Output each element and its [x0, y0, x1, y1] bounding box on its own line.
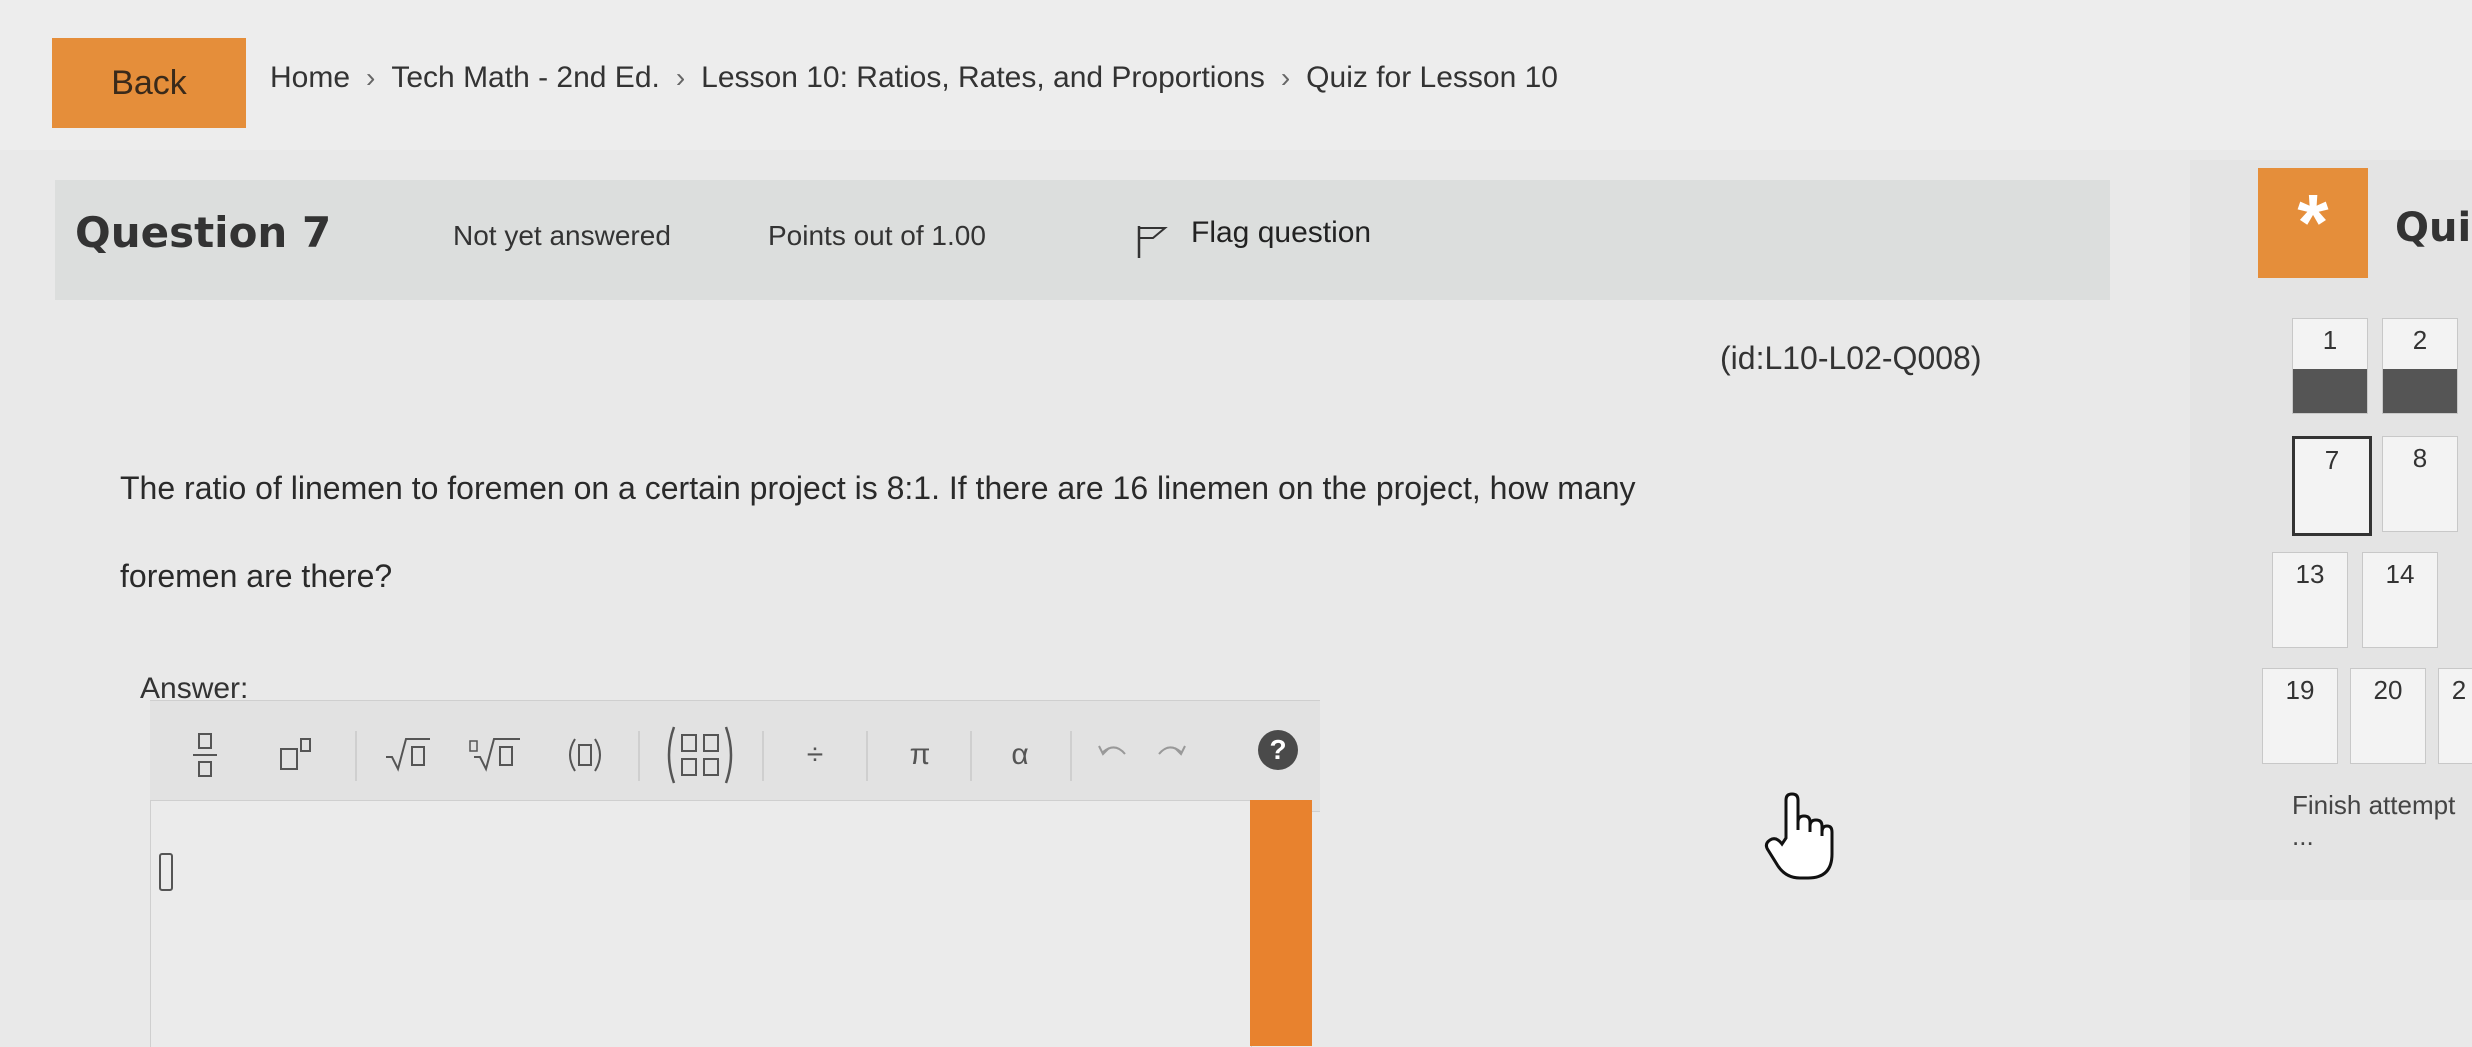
toolbar-separator	[1070, 731, 1072, 781]
breadcrumb-quiz[interactable]: Quiz for Lesson 10	[1306, 61, 1558, 95]
breadcrumb-home[interactable]: Home	[270, 61, 350, 95]
chevron-right-icon: ›	[675, 62, 686, 93]
parentheses-button[interactable]	[550, 725, 620, 785]
quiz-nav-question-20[interactable]: 20	[2350, 668, 2426, 764]
question-text-line2: foremen are there?	[120, 558, 393, 594]
redo-button[interactable]	[1145, 725, 1199, 785]
quiz-nav-question-1[interactable]: 1	[2292, 318, 2368, 414]
exponent-icon	[280, 738, 311, 770]
flag-icon	[1137, 226, 1168, 258]
question-number: 14	[2385, 559, 2415, 589]
breadcrumb-course[interactable]: Tech Math - 2nd Ed.	[391, 61, 659, 95]
question-number: 2	[2451, 675, 2467, 705]
toolbar-separator	[970, 731, 972, 781]
redo-icon	[1158, 745, 1186, 756]
math-toolbar: ÷ π α	[150, 700, 1320, 812]
asterisk-icon: *	[2258, 168, 2368, 278]
square-root-icon	[386, 738, 430, 772]
breadcrumb-lesson[interactable]: Lesson 10: Ratios, Rates, and Proportion…	[701, 61, 1265, 95]
question-points: Points out of 1.00	[768, 220, 986, 251]
question-id: (id:L10-L02-Q008)	[1720, 340, 1982, 376]
pi-button[interactable]: π	[885, 725, 955, 785]
toolbar-separator	[762, 731, 764, 781]
quiz-nav-question-2[interactable]: 2	[2382, 318, 2458, 414]
nth-root-icon	[469, 738, 520, 772]
quiz-nav-question-8[interactable]: 8	[2382, 436, 2458, 532]
quiz-nav-question-13[interactable]: 13	[2272, 552, 2348, 648]
question-number: 7	[2324, 445, 2340, 475]
matrix-button[interactable]	[655, 725, 745, 785]
question-number: 8	[2412, 443, 2428, 473]
answered-indicator	[2293, 369, 2367, 413]
quiz-nav-question-19[interactable]: 19	[2262, 668, 2338, 764]
flag-question-label: Flag question	[1191, 216, 1372, 249]
nth-root-button[interactable]	[460, 725, 530, 785]
question-status: Not yet answered	[453, 220, 671, 251]
hand-pointer-icon	[1764, 792, 1834, 880]
question-number: 13	[2295, 559, 2325, 589]
square-root-button[interactable]	[372, 725, 442, 785]
pi-icon: π	[909, 738, 931, 771]
question-number: 1	[2322, 325, 2338, 355]
flag-question-button[interactable]: Flag question	[1135, 216, 1371, 260]
fraction-icon	[193, 733, 217, 777]
toolbar-separator	[638, 731, 640, 781]
question-number: 19	[2285, 675, 2315, 705]
divide-button[interactable]: ÷	[780, 725, 850, 785]
chevron-right-icon: ›	[1280, 62, 1291, 93]
question-info-header: Question 7 Not yet answered Points out o…	[55, 180, 2110, 300]
quiz-navigation-title: Qui	[2395, 205, 2472, 251]
breadcrumb: Home › Tech Math - 2nd Ed. › Lesson 10: …	[270, 58, 1558, 98]
answered-indicator	[2383, 369, 2457, 413]
question-number: 20	[2373, 675, 2403, 705]
undo-icon	[1098, 745, 1126, 756]
finish-attempt-link[interactable]: Finish attempt ...	[2292, 790, 2472, 852]
alpha-icon: α	[1011, 738, 1029, 771]
toolbar-separator	[355, 731, 357, 781]
toolbar-separator	[866, 731, 868, 781]
answer-input[interactable]	[150, 800, 1252, 1047]
divide-icon: ÷	[806, 738, 824, 771]
parentheses-icon	[569, 738, 601, 772]
chevron-right-icon: ›	[366, 62, 376, 93]
question-text-line1: The ratio of linemen to foremen on a cer…	[120, 470, 1636, 506]
quiz-nav-question-14[interactable]: 14	[2362, 552, 2438, 648]
question-number: 2	[2412, 325, 2428, 355]
quiz-nav-question-7[interactable]: 7	[2292, 436, 2372, 536]
fraction-button[interactable]	[170, 725, 240, 785]
accent-strip	[1250, 800, 1312, 1046]
undo-button[interactable]	[1085, 725, 1139, 785]
exponent-button[interactable]	[260, 725, 330, 785]
question-title: Question 7	[75, 208, 332, 257]
matrix-icon	[667, 726, 733, 784]
back-button[interactable]: Back	[52, 38, 246, 128]
help-icon[interactable]: ?	[1258, 730, 1298, 770]
input-placeholder-box	[159, 853, 173, 891]
greek-letters-button[interactable]: α	[985, 725, 1055, 785]
quiz-nav-question-partial[interactable]: 2	[2438, 668, 2472, 764]
